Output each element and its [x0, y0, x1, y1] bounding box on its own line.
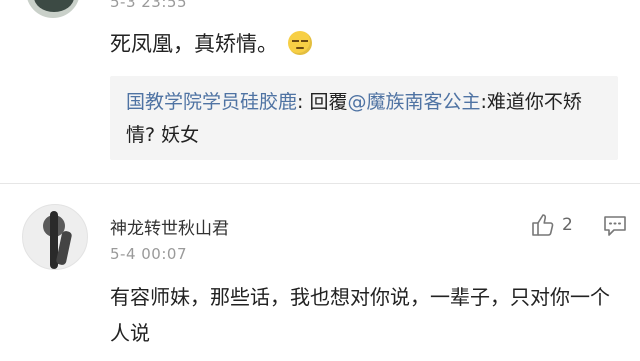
avatar-image: [34, 0, 74, 12]
comment-text: 死凤凰，真矫情。: [110, 28, 312, 58]
reply-separator: : 回覆: [297, 91, 348, 113]
smirk-emoji-icon: [288, 31, 312, 55]
thumbs-up-icon: [532, 214, 554, 236]
comment-divider: [0, 183, 640, 184]
reply-button[interactable]: [602, 214, 628, 242]
reply-text: 国教学院学员硅胶鹿: 回覆@魔族南客公主:难道你不矫情? 妖女: [126, 86, 606, 152]
comment-body: 死凤凰，真矫情。: [110, 32, 278, 56]
avatar[interactable]: [22, 204, 88, 270]
comment-username[interactable]: 神龙转世秋山君: [110, 214, 229, 239]
comment-icon: [604, 216, 626, 236]
comment-timestamp: 5-3 23:55: [110, 0, 187, 11]
like-button[interactable]: 2: [530, 212, 573, 238]
mention-link[interactable]: @魔族南客公主: [347, 91, 480, 113]
comment-timestamp: 5-4 00:07: [110, 245, 187, 263]
reply-quote[interactable]: 国教学院学员硅胶鹿: 回覆@魔族南客公主:难道你不矫情? 妖女: [110, 76, 618, 160]
avatar[interactable]: [26, 0, 80, 18]
like-count: 2: [562, 215, 573, 235]
comment-body: 有容师妹，那些话，我也想对你说，一辈子，只对你一个人说: [110, 285, 610, 345]
reply-author-link[interactable]: 国教学院学员硅胶鹿: [126, 91, 297, 113]
